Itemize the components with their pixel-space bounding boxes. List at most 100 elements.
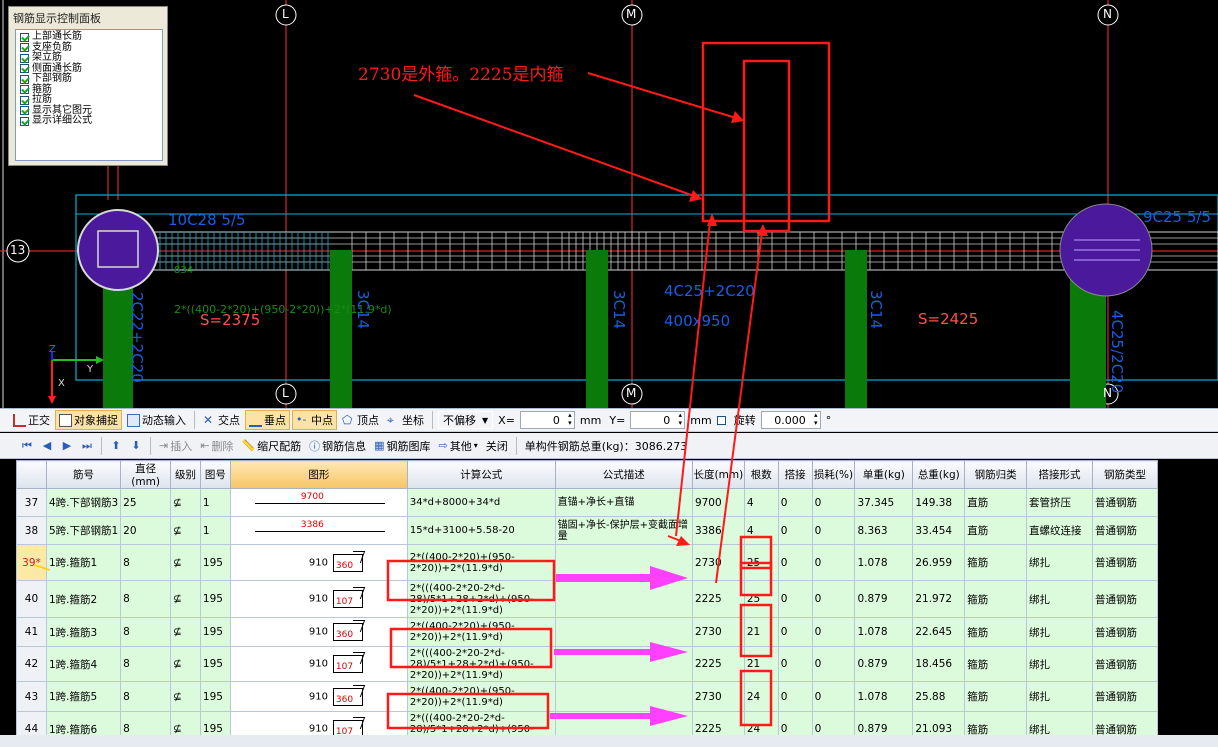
unit-weight-cell[interactable]: 0.879 — [854, 711, 914, 735]
offset-dropdown[interactable]: 不偏移 ▼ — [438, 411, 494, 429]
figure-no-cell[interactable]: 195 — [199, 580, 231, 618]
rebar-info-button[interactable]: ⓘ 钢筋信息 — [306, 436, 369, 456]
unit-weight-cell[interactable]: 1.078 — [854, 544, 914, 581]
table-row[interactable]: 40 1跨.箍筋2 8 ⊈ 195 910 107 2*(((400-2*20-2*d-28)… — [16, 580, 1158, 618]
figure-no-cell[interactable]: 195 — [199, 617, 231, 647]
category-cell[interactable]: 直筋 — [964, 516, 1028, 545]
row-number-cell[interactable]: 42 — [16, 646, 47, 682]
grade-cell[interactable]: ⊈ — [170, 711, 201, 735]
shape-cell[interactable]: 910 107 — [229, 580, 408, 618]
panel-item[interactable]: 显示详细公式 — [20, 116, 158, 127]
description-cell[interactable] — [554, 580, 693, 618]
lap-cell[interactable]: 0 — [777, 646, 813, 682]
grade-cell[interactable]: ⊈ — [170, 646, 201, 682]
other-menu-button[interactable]: ⇨ 其他 ▾ — [436, 436, 481, 456]
row-number-cell[interactable]: 41 — [16, 617, 47, 647]
diameter-cell[interactable]: 8 — [120, 711, 172, 735]
lap-form-cell[interactable]: 套管挤压 — [1026, 488, 1093, 517]
unit-weight-cell[interactable]: 1.078 — [854, 681, 914, 712]
diameter-cell[interactable]: 8 — [120, 646, 172, 682]
count-cell[interactable]: 24 — [743, 711, 779, 735]
coordinate-snap-button[interactable]: ⌖ 坐标 — [384, 410, 427, 430]
checkbox-icon[interactable] — [20, 95, 29, 105]
table-row[interactable]: 42 1跨.箍筋4 8 ⊈ 195 910 107 2*(((400-2*20-2*d-28)… — [16, 646, 1158, 682]
scale-rebar-button[interactable]: 📏 缩尺配筋 — [238, 436, 304, 456]
category-cell[interactable]: 箍筋 — [964, 711, 1028, 735]
panel-item[interactable]: 架立筋 — [20, 53, 158, 64]
bar-name-cell[interactable]: 1跨.箍筋6 — [45, 711, 122, 735]
col-header[interactable]: 计算公式 — [406, 460, 556, 489]
shape-cell[interactable]: 3386 — [229, 516, 408, 545]
length-cell[interactable]: 2225 — [691, 646, 745, 682]
diameter-cell[interactable]: 8 — [120, 681, 172, 712]
checkbox-icon[interactable] — [20, 106, 29, 116]
lap-cell[interactable]: 0 — [777, 516, 813, 545]
loss-cell[interactable]: 0 — [811, 617, 856, 647]
category-cell[interactable]: 箍筋 — [964, 681, 1028, 712]
bar-name-cell[interactable]: 1跨.箍筋5 — [45, 681, 122, 712]
length-cell[interactable]: 3386 — [691, 516, 745, 545]
bar-name-cell[interactable]: 1跨.箍筋2 — [45, 580, 122, 618]
table-row[interactable]: 43 1跨.箍筋5 8 ⊈ 195 910 360 2*((400-2*20)+(950-2*… — [16, 681, 1158, 712]
grade-cell[interactable]: ⊈ — [170, 488, 201, 517]
unit-weight-cell[interactable]: 0.879 — [854, 580, 914, 618]
col-header[interactable]: 搭接 — [777, 460, 813, 489]
lap-form-cell[interactable]: 绑扎 — [1026, 711, 1093, 735]
rebar-type-cell[interactable]: 普通钢筋 — [1091, 580, 1158, 618]
first-record-icon[interactable]: ⏮ — [18, 439, 36, 453]
grade-cell[interactable]: ⊈ — [170, 617, 201, 647]
total-weight-cell[interactable]: 25.88 — [912, 681, 966, 712]
category-cell[interactable]: 箍筋 — [964, 580, 1028, 618]
category-cell[interactable]: 箍筋 — [964, 617, 1028, 647]
checkbox-icon[interactable] — [20, 85, 29, 95]
total-weight-cell[interactable]: 21.972 — [912, 580, 966, 618]
vertex-snap-button[interactable]: ⬠ 顶点 — [339, 410, 382, 430]
checkbox-icon[interactable] — [20, 116, 29, 126]
total-weight-cell[interactable]: 33.454 — [912, 516, 966, 545]
row-number-cell[interactable]: 39* — [16, 544, 47, 581]
count-cell[interactable]: 25 — [743, 544, 779, 581]
figure-no-cell[interactable]: 195 — [199, 544, 231, 581]
table-row[interactable]: 41 1跨.箍筋3 8 ⊈ 195 910 360 2*((400-2*20)+(950-2*… — [16, 617, 1158, 647]
category-cell[interactable]: 箍筋 — [964, 646, 1028, 682]
total-weight-cell[interactable]: 22.645 — [912, 617, 966, 647]
count-cell[interactable]: 4 — [743, 516, 779, 545]
rebar-type-cell[interactable]: 普通钢筋 — [1091, 488, 1158, 517]
delete-button[interactable]: ⇤ 删除 — [197, 436, 236, 456]
loss-cell[interactable]: 0 — [811, 711, 856, 735]
category-cell[interactable]: 箍筋 — [964, 544, 1028, 581]
formula-cell[interactable]: 2*((400-2*20)+(950-2*20))+2*(11.9*d) — [406, 681, 556, 712]
unit-weight-cell[interactable]: 37.345 — [854, 488, 914, 517]
description-cell[interactable] — [554, 681, 693, 712]
bar-name-cell[interactable]: 4跨.下部钢筋3 — [45, 488, 122, 517]
object-snap-button[interactable]: 对象捕捉 — [55, 410, 122, 430]
ortho-button[interactable]: 正交 — [10, 410, 53, 430]
col-header[interactable]: 长度(mm) — [691, 460, 745, 489]
shape-cell[interactable]: 9700 — [229, 488, 408, 517]
rebar-type-cell[interactable]: 普通钢筋 — [1091, 544, 1158, 581]
move-down-icon[interactable]: ⬇ — [127, 439, 145, 452]
lap-cell[interactable]: 0 — [777, 681, 813, 712]
description-cell[interactable] — [554, 711, 693, 735]
count-cell[interactable]: 24 — [743, 681, 779, 712]
formula-cell[interactable]: 15*d+3100+5.58-20 — [406, 516, 556, 545]
description-cell[interactable]: 锚固+净长-保护层+变截面增量 — [554, 516, 693, 545]
loss-cell[interactable]: 0 — [811, 580, 856, 618]
dynamic-input-button[interactable]: 动态输入 — [124, 410, 189, 430]
bar-name-cell[interactable]: 5跨.下部钢筋1 — [45, 516, 122, 545]
grade-cell[interactable]: ⊈ — [170, 516, 201, 545]
lap-form-cell[interactable]: 绑扎 — [1026, 617, 1093, 647]
col-header[interactable]: 搭接形式 — [1026, 460, 1093, 489]
row-number-cell[interactable]: 37 — [16, 488, 47, 517]
col-header[interactable]: 公式描述 — [554, 460, 693, 489]
lap-form-cell[interactable]: 绑扎 — [1026, 681, 1093, 712]
checkbox-icon[interactable] — [20, 74, 29, 84]
col-header[interactable]: 钢筋类型 — [1091, 460, 1158, 489]
count-cell[interactable]: 4 — [743, 488, 779, 517]
shape-cell[interactable]: 910 360 — [229, 544, 408, 581]
row-number-cell[interactable]: 38 — [16, 516, 47, 545]
col-header[interactable]: 筋号 — [45, 460, 122, 489]
figure-no-cell[interactable]: 195 — [199, 711, 231, 735]
checkbox-icon[interactable] — [20, 32, 29, 42]
lap-form-cell[interactable]: 绑扎 — [1026, 646, 1093, 682]
